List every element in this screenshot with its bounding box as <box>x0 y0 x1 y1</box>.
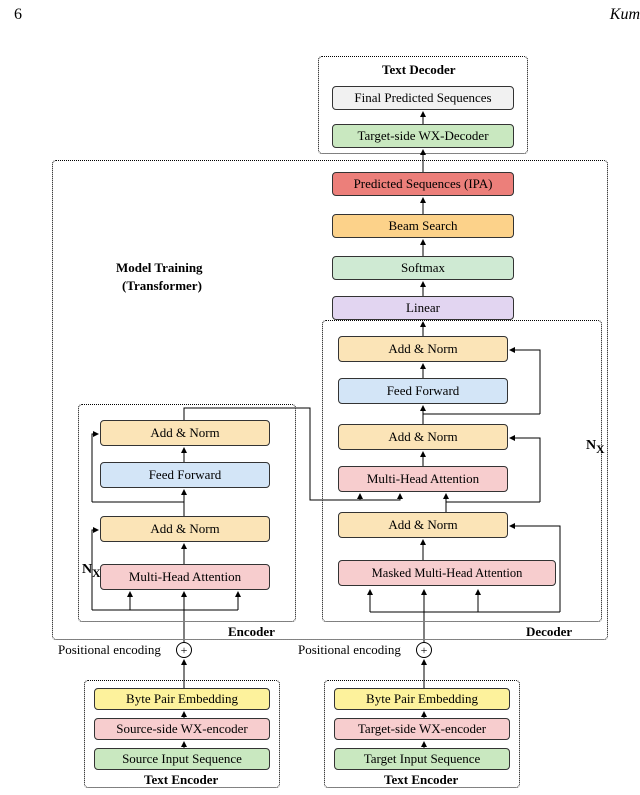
bpe-left: Byte Pair Embedding <box>94 688 270 710</box>
encoder-multi-head-attention: Multi-Head Attention <box>100 564 270 590</box>
decoder-masked-mha: Masked Multi-Head Attention <box>338 560 556 586</box>
target-wx-decoder: Target-side WX-Decoder <box>332 124 514 148</box>
source-input-sequence: Source Input Sequence <box>94 748 270 770</box>
page-number: 6 <box>14 6 22 24</box>
plus-icon-right: + <box>416 642 432 658</box>
predicted-sequences-ipa: Predicted Sequences (IPA) <box>332 172 514 196</box>
decoder-multi-head-attention: Multi-Head Attention <box>338 466 508 492</box>
linear: Linear <box>332 296 514 320</box>
text-encoder-right-label: Text Encoder <box>384 772 458 788</box>
softmax: Softmax <box>332 256 514 280</box>
decoder-label: Decoder <box>526 624 572 640</box>
encoder-add-norm-1: Add & Norm <box>100 516 270 542</box>
model-training-label: Model Training <box>116 260 203 276</box>
plus-icon-left: + <box>176 642 192 658</box>
beam-search: Beam Search <box>332 214 514 238</box>
encoder-label: Encoder <box>228 624 275 640</box>
header-author: Kum <box>610 6 640 24</box>
decoder-add-norm-1: Add & Norm <box>338 512 508 538</box>
pos-enc-right-label: Positional encoding <box>298 642 401 658</box>
source-wx-encoder: Source-side WX-encoder <box>94 718 270 740</box>
target-input-sequence: Target Input Sequence <box>334 748 510 770</box>
decoder-add-norm-2: Add & Norm <box>338 424 508 450</box>
nx-left: NX <box>82 562 101 580</box>
text-encoder-left-label: Text Encoder <box>144 772 218 788</box>
transformer-label: (Transformer) <box>122 278 202 294</box>
decoder-feed-forward: Feed Forward <box>338 378 508 404</box>
encoder-add-norm-2: Add & Norm <box>100 420 270 446</box>
nx-right: NX <box>586 438 605 456</box>
pos-enc-left-label: Positional encoding <box>58 642 161 658</box>
text-decoder-title: Text Decoder <box>382 62 456 78</box>
final-predicted-sequences: Final Predicted Sequences <box>332 86 514 110</box>
nx-right-x: X <box>596 443 604 456</box>
nx-right-n: N <box>586 438 596 453</box>
target-wx-encoder: Target-side WX-encoder <box>334 718 510 740</box>
nx-left-n: N <box>82 562 92 577</box>
bpe-right: Byte Pair Embedding <box>334 688 510 710</box>
decoder-add-norm-3: Add & Norm <box>338 336 508 362</box>
encoder-feed-forward: Feed Forward <box>100 462 270 488</box>
